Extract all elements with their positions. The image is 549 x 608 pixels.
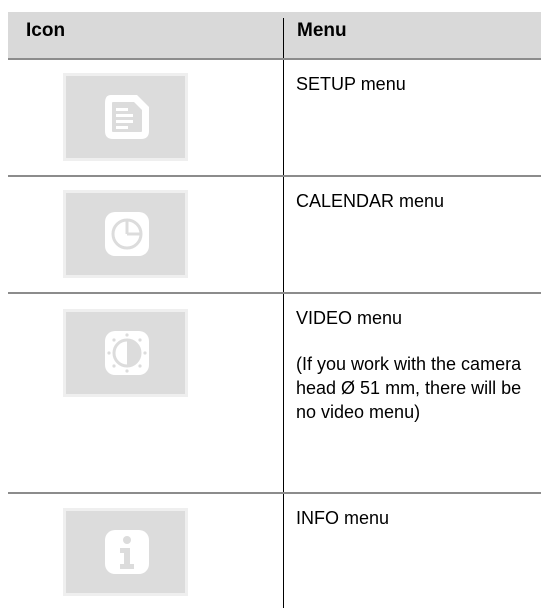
table-row-calendar: CALENDAR menu	[8, 175, 541, 292]
info-menu-label: INFO menu	[296, 508, 390, 528]
video-menu-label: VIDEO menu	[296, 308, 403, 328]
video-menu-note: (If you work with the camera head Ø 51 m…	[296, 354, 522, 422]
header-divider	[283, 18, 284, 58]
row-divider	[283, 60, 284, 175]
calendar-icon-box	[63, 190, 188, 278]
video-menu-text: VIDEO menu (If you work with the camera …	[296, 306, 531, 424]
setup-document-icon	[105, 95, 149, 139]
header-icon-column: Icon	[26, 20, 66, 41]
info-menu-text: INFO menu	[296, 506, 531, 530]
table-row-info: INFO menu	[8, 492, 541, 608]
icon-menu-table: Icon Menu SETUP menu CALENDAR menu VIDEO…	[8, 12, 541, 608]
table-header: Icon Menu	[8, 12, 541, 58]
calendar-menu-label: CALENDAR menu	[296, 191, 445, 211]
setup-icon-box	[63, 73, 188, 161]
info-icon	[105, 530, 149, 574]
row-divider	[283, 494, 284, 608]
row-divider	[283, 294, 284, 492]
table-row-setup: SETUP menu	[8, 58, 541, 175]
video-icon-box	[63, 309, 188, 397]
video-contrast-icon	[105, 331, 149, 375]
info-icon-box	[63, 508, 188, 596]
table-row-video: VIDEO menu (If you work with the camera …	[8, 292, 541, 492]
row-divider	[283, 177, 284, 292]
setup-menu-text: SETUP menu	[296, 72, 531, 96]
setup-menu-label: SETUP menu	[296, 74, 406, 94]
calendar-clock-icon	[105, 212, 149, 256]
header-menu-column: Menu	[297, 20, 347, 41]
calendar-menu-text: CALENDAR menu	[296, 189, 531, 213]
